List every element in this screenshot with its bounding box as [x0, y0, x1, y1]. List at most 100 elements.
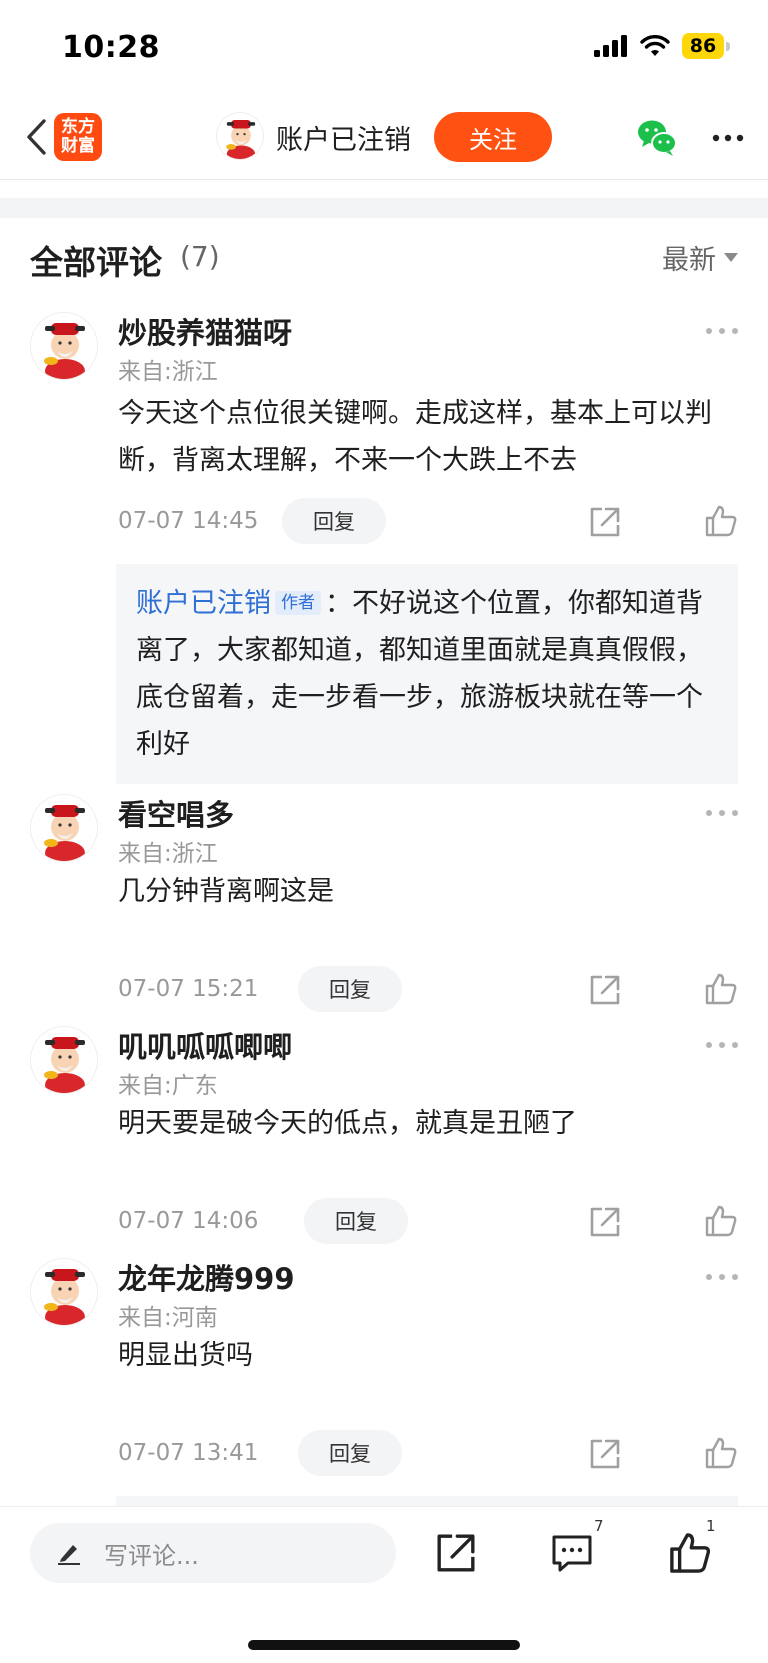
commenter-name[interactable]: 叽叽呱呱唧唧: [118, 1024, 292, 1066]
comments-button[interactable]: [550, 1531, 594, 1575]
caret-down-icon: [724, 253, 738, 262]
comments-header: 全部评论 (7) 最新: [0, 218, 768, 298]
wifi-icon: [640, 35, 670, 56]
share-button[interactable]: [588, 1205, 622, 1239]
next-reply-peek: [116, 1496, 738, 1506]
comment-more-button[interactable]: [706, 326, 738, 336]
share-button[interactable]: [588, 973, 622, 1007]
battery-level: 86: [682, 33, 724, 59]
reply-author-name[interactable]: 账户已注销: [136, 588, 271, 619]
share-icon: [590, 1439, 620, 1469]
chevron-left-icon: [27, 119, 46, 155]
thumbs-up-icon: [705, 505, 737, 537]
sort-dropdown[interactable]: 最新: [662, 238, 738, 277]
wechat-icon: [638, 120, 677, 156]
share-icon: [590, 975, 620, 1005]
comment-timestamp: 07-07 14:45: [118, 508, 259, 534]
section-divider: [0, 198, 768, 218]
share-icon: [437, 1534, 475, 1572]
page: 10:28 86 东方 财富 账户已注销 关注 全部评论 (7) 最新 炒股养猫…: [0, 0, 768, 1663]
share-icon: [590, 1207, 620, 1237]
comment-text: 明天要是破今天的低点，就真是丑陋了: [118, 1108, 577, 1139]
back-button[interactable]: [16, 114, 56, 160]
bottom-bar: 写评论... 7 1: [0, 1506, 768, 1663]
comment-input[interactable]: 写评论...: [30, 1523, 396, 1583]
fortune-god-avatar-icon: [217, 113, 263, 159]
comment-timestamp: 07-07 13:41: [118, 1440, 259, 1466]
author-avatar[interactable]: [216, 112, 264, 160]
comment-meta-row: 07-07 15:21 回复: [0, 966, 768, 1014]
commenter-name[interactable]: 看空唱多: [118, 792, 234, 834]
like-count-badge: 1: [706, 1517, 716, 1535]
thumbs-up-icon: [705, 973, 737, 1005]
fortune-god-avatar-icon: [31, 313, 97, 379]
thumbs-up-icon: [705, 1437, 737, 1469]
comment-count-badge: 7: [594, 1517, 604, 1535]
reply-button[interactable]: 回复: [298, 1430, 402, 1476]
commenter-location: 来自:河南: [118, 1305, 218, 1331]
commenter-location: 来自:浙江: [118, 841, 218, 867]
comments-count: (7): [180, 240, 220, 273]
like-button[interactable]: [704, 1204, 738, 1238]
comment-meta-row: 07-07 14:06 回复: [0, 1198, 768, 1246]
reply-separator: ：: [325, 588, 352, 619]
app-logo[interactable]: 东方 财富: [54, 113, 102, 161]
share-button[interactable]: [434, 1531, 478, 1575]
nav-username[interactable]: 账户已注销: [276, 118, 411, 157]
fortune-god-avatar-icon: [31, 795, 97, 861]
nav-bar: 东方 财富 账户已注销 关注: [0, 96, 768, 180]
share-button[interactable]: [588, 1437, 622, 1471]
like-button[interactable]: [668, 1531, 712, 1575]
pencil-icon: [58, 1545, 80, 1565]
commenter-name[interactable]: 龙年龙腾999: [118, 1256, 295, 1298]
like-button[interactable]: [704, 972, 738, 1006]
comment-timestamp: 07-07 15:21: [118, 976, 259, 1002]
comment-timestamp: 07-07 14:06: [118, 1208, 259, 1234]
comments-title: 全部评论: [30, 243, 162, 282]
commenter-location: 来自:广东: [118, 1073, 218, 1099]
thumbs-up-icon: [705, 1205, 737, 1237]
app-logo-line2: 财富: [61, 136, 95, 156]
thumbs-up-icon: [670, 1533, 711, 1573]
cellular-signal-icon: [594, 35, 627, 57]
follow-button[interactable]: 关注: [434, 112, 552, 162]
reply-button[interactable]: 回复: [304, 1198, 408, 1244]
comment-bubble-icon: [552, 1535, 592, 1572]
comment-meta-row: 07-07 13:41 回复: [0, 1430, 768, 1478]
wechat-share-button[interactable]: [636, 116, 678, 158]
like-button[interactable]: [704, 1436, 738, 1470]
reply-button[interactable]: 回复: [282, 498, 386, 544]
commenter-avatar[interactable]: [30, 1258, 98, 1326]
comment-more-button[interactable]: [706, 808, 738, 818]
comment-input-placeholder: 写评论...: [104, 1541, 199, 1570]
sort-label: 最新: [662, 245, 716, 276]
share-button[interactable]: [588, 505, 622, 539]
commenter-location: 来自:浙江: [118, 359, 218, 385]
comment-text: 几分钟背离啊这是: [118, 876, 334, 907]
commenter-avatar[interactable]: [30, 794, 98, 862]
commenter-avatar[interactable]: [30, 312, 98, 380]
home-indicator[interactable]: [248, 1640, 520, 1650]
status-icons: 86: [594, 33, 730, 59]
author-badge: 作者: [275, 591, 321, 615]
like-button[interactable]: [704, 504, 738, 538]
status-time: 10:28: [62, 30, 160, 65]
author-reply: 账户已注销 作者 ：不好说这个位置，你都知道背离了，大家都知道，都知道里面就是真真假…: [116, 564, 738, 784]
comment-meta-row: 07-07 14:45 回复: [0, 498, 768, 546]
comment-more-button[interactable]: [706, 1272, 738, 1282]
more-horizontal-icon: [712, 134, 744, 142]
comment-text: 今天这个点位很关键啊。走成这样，基本上可以判断，背离太理解，不来一个大跌上不去: [118, 398, 712, 476]
battery-cap: [726, 41, 730, 51]
reply-button[interactable]: 回复: [298, 966, 402, 1012]
status-bar: 10:28 86: [0, 0, 768, 96]
comment-text: 明显出货吗: [118, 1340, 253, 1371]
fortune-god-avatar-icon: [31, 1027, 97, 1093]
app-logo-line1: 东方: [61, 117, 95, 137]
commenter-name[interactable]: 炒股养猫猫呀: [118, 310, 292, 352]
fortune-god-avatar-icon: [31, 1259, 97, 1325]
comment-more-button[interactable]: [706, 1040, 738, 1050]
battery-indicator: 86: [682, 33, 730, 59]
share-icon: [590, 507, 620, 537]
more-options-button[interactable]: [708, 118, 748, 158]
commenter-avatar[interactable]: [30, 1026, 98, 1094]
